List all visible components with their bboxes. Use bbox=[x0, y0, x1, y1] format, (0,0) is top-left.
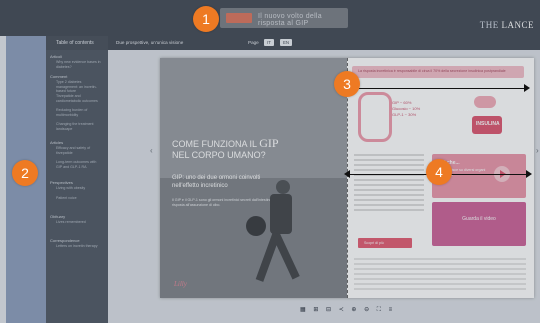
athlete-image bbox=[246, 170, 310, 290]
video-label: Guarda il video bbox=[462, 216, 496, 222]
arrowhead-right-icon bbox=[526, 170, 532, 178]
top-bar: Il nuovo volto della risposta al GIP THE… bbox=[0, 0, 540, 36]
brand-prefix: THE bbox=[479, 20, 502, 30]
ad-banner[interactable]: Il nuovo volto della risposta al GIP bbox=[220, 8, 348, 28]
prev-page-icon[interactable]: ‹ bbox=[150, 146, 153, 155]
headline-gip: GIP bbox=[259, 136, 279, 150]
info-banner: La risposta incretinica è responsabile d… bbox=[352, 66, 524, 78]
toc-item[interactable]: Letters on incretin therapy bbox=[56, 244, 102, 249]
hormone-label: GLP-1 ~ 30% bbox=[392, 112, 417, 117]
insulin-badge: INSULINA bbox=[472, 116, 502, 134]
lilly-logo: Lilly bbox=[174, 280, 187, 288]
footnote-block bbox=[354, 258, 526, 293]
toc-header[interactable]: Table of contents bbox=[46, 36, 108, 50]
toc-section[interactable]: Articoli bbox=[50, 54, 62, 59]
table-of-contents: Table of contents Articoli Why new evide… bbox=[46, 36, 108, 323]
issue-title: Due prospettive, un'unica visione bbox=[116, 40, 184, 45]
headline-line1: COME FUNZIONA IL bbox=[172, 139, 257, 149]
toc-section[interactable]: Obituary bbox=[50, 214, 65, 219]
brand-logo[interactable]: THE LANCE bbox=[480, 20, 534, 30]
callout-badge-2: 2 bbox=[12, 160, 38, 186]
toc-section[interactable]: Correspondence bbox=[50, 238, 80, 243]
toc-title: Table of contents bbox=[56, 40, 94, 46]
cta-button[interactable]: Scopri di più bbox=[358, 238, 412, 248]
next-page-icon[interactable]: › bbox=[536, 146, 539, 155]
page-button-en[interactable]: EN bbox=[280, 39, 293, 46]
pancreas-icon bbox=[474, 96, 496, 108]
toc-item[interactable]: Lives remembered bbox=[56, 220, 102, 225]
toc-section[interactable]: Articles bbox=[50, 140, 63, 145]
hormone-labels: GIP ~ 60% Glucosio ~ 10% GLP-1 ~ 30% bbox=[392, 100, 420, 118]
page-button-it[interactable]: IT bbox=[264, 39, 274, 46]
arrowhead-right-icon bbox=[524, 84, 530, 92]
arrowhead-left-icon bbox=[344, 170, 350, 178]
insulin-label: INSULINA bbox=[476, 121, 500, 127]
page-headline: COME FUNZIONA IL GIP NEL CORPO UMANO? bbox=[172, 136, 279, 161]
ad-button[interactable] bbox=[226, 13, 252, 23]
toc-item[interactable]: Type 2 diabetes management: an incretin-… bbox=[56, 80, 102, 94]
toc-item[interactable]: Why new evidence bases in diabetes? bbox=[56, 60, 102, 69]
callout-badge-3: 3 bbox=[334, 71, 360, 97]
toc-item[interactable]: Tirzepatide and cardiometabolic outcomes bbox=[56, 94, 102, 103]
toc-section[interactable]: Comment bbox=[50, 74, 67, 79]
intestine-icon bbox=[358, 92, 392, 142]
app-window: Il nuovo volto della risposta al GIP THE… bbox=[0, 0, 540, 323]
body-text-block bbox=[354, 154, 424, 214]
brand-name: LANCE bbox=[501, 20, 534, 30]
toc-item[interactable]: Changing the treatment landscape bbox=[56, 122, 102, 131]
toc-item[interactable]: Patient voice bbox=[56, 196, 102, 201]
toc-item[interactable]: Efficacy and safety of tirzepatide bbox=[56, 146, 102, 155]
ad-text: Il nuovo volto della risposta al GIP bbox=[258, 13, 322, 27]
headline-line2: NEL CORPO UMANO? bbox=[172, 150, 266, 160]
cta-label: Scopri di più bbox=[364, 241, 384, 245]
arrow-line-3 bbox=[350, 88, 528, 89]
page-label: Page bbox=[248, 40, 259, 45]
video-thumbnail[interactable]: Guarda il video bbox=[432, 202, 526, 246]
toc-item[interactable]: Reducing burden of multimorbidity bbox=[56, 108, 102, 117]
callout-badge-1: 1 bbox=[193, 6, 219, 32]
banner-text: La risposta incretinica è responsabile d… bbox=[358, 69, 506, 73]
viewer-controls[interactable]: ▦ ⊞ ⊟ ≺ ⊕ ⊖ ⛶ ≡ bbox=[300, 306, 395, 314]
toc-item[interactable]: Long-term outcomes with GIP and GLP-1 RA bbox=[56, 160, 102, 169]
left-page: COME FUNZIONA IL GIP NEL CORPO UMANO? GI… bbox=[160, 58, 347, 298]
toc-item[interactable]: Living with obesity bbox=[56, 186, 102, 191]
toc-section[interactable]: Perspectives bbox=[50, 180, 73, 185]
viewer-toolbar: Due prospettive, un'unica visione Page I… bbox=[108, 36, 540, 50]
callout-badge-4: 4 bbox=[426, 159, 452, 185]
